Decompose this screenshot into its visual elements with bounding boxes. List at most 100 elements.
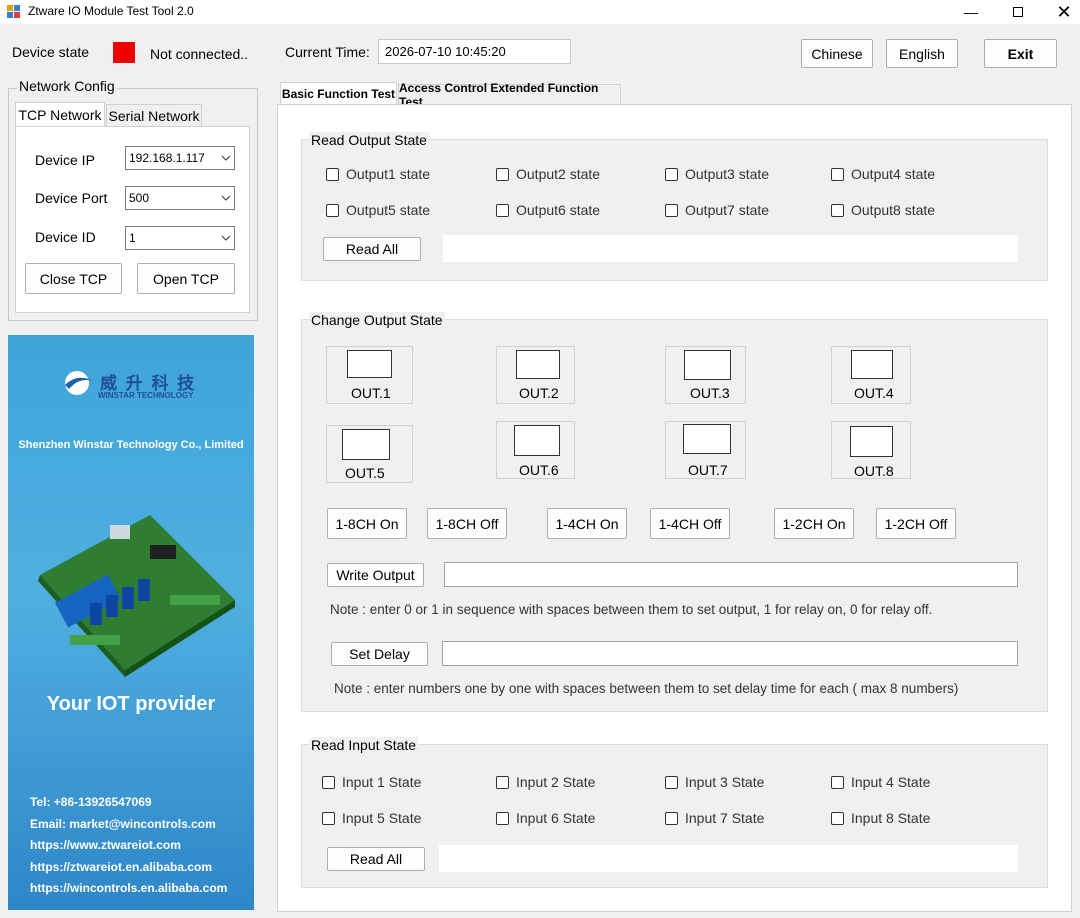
- read-input-title: Read Input State: [309, 737, 419, 753]
- input-checkbox-7[interactable]: Input 7 State: [665, 810, 764, 826]
- device-id-combo[interactable]: 1: [125, 226, 235, 250]
- input-checkbox-3[interactable]: Input 3 State: [665, 774, 764, 790]
- ch-1-4-on-button[interactable]: 1-4CH On: [547, 508, 627, 539]
- app-icon: [7, 5, 20, 18]
- device-port-combo[interactable]: 500: [125, 186, 235, 210]
- checkbox-box[interactable]: [326, 203, 339, 217]
- slogan: Your IOT provider: [46, 693, 216, 715]
- output-checkbox-1[interactable]: Output1 state: [326, 166, 430, 182]
- output-toggle-8[interactable]: OUT.8: [831, 421, 911, 479]
- output-toggle-4[interactable]: OUT.4: [831, 346, 911, 404]
- tab-basic-function-test[interactable]: Basic Function Test: [280, 82, 397, 105]
- close-window-icon[interactable]: ✕: [1041, 0, 1080, 24]
- output-state-box[interactable]: [347, 350, 392, 378]
- minimize-icon[interactable]: —: [948, 0, 994, 24]
- write-output-note: Note : enter 0 or 1 in sequence with spa…: [330, 602, 933, 617]
- output-checkbox-7[interactable]: Output7 state: [665, 202, 769, 218]
- ch-1-2-on-button[interactable]: 1-2CH On: [774, 508, 854, 539]
- output-toggle-5[interactable]: OUT.5: [326, 425, 413, 483]
- chevron-down-icon[interactable]: [218, 147, 234, 169]
- device-id-value: 1: [129, 231, 136, 245]
- input-checkbox-4[interactable]: Input 4 State: [831, 774, 930, 790]
- device-state-indicator: [113, 42, 135, 63]
- current-time-field[interactable]: 2026-07-10 10:45:20: [378, 39, 571, 64]
- checkbox-label: Input 4 State: [851, 774, 931, 790]
- set-delay-button[interactable]: Set Delay: [331, 642, 428, 666]
- output-toggle-3[interactable]: OUT.3: [665, 346, 746, 404]
- output-checkbox-2[interactable]: Output2 state: [496, 166, 600, 182]
- checkbox-box[interactable]: [665, 811, 678, 825]
- open-tcp-button[interactable]: Open TCP: [137, 263, 235, 294]
- output-state-box[interactable]: [342, 429, 390, 460]
- checkbox-label: Output3 state: [685, 166, 770, 182]
- set-delay-note: Note : enter numbers one by one with spa…: [334, 681, 959, 696]
- output-toggle-label: OUT.2: [519, 385, 559, 401]
- tab-tcp-network[interactable]: TCP Network: [15, 102, 105, 127]
- input-checkbox-8[interactable]: Input 8 State: [831, 810, 930, 826]
- checkbox-box[interactable]: [831, 203, 844, 217]
- checkbox-label: Input 6 State: [516, 810, 596, 826]
- output-state-box[interactable]: [516, 350, 560, 379]
- output-checkbox-6[interactable]: Output6 state: [496, 202, 600, 218]
- input-checkbox-5[interactable]: Input 5 State: [322, 810, 421, 826]
- tab-access-control-extended[interactable]: Access Control Extended Function Test: [398, 81, 621, 109]
- write-output-input[interactable]: [444, 562, 1018, 587]
- winstar-logo-icon: [65, 371, 93, 395]
- checkbox-box[interactable]: [496, 203, 509, 217]
- output-checkbox-3[interactable]: Output3 state: [665, 166, 769, 182]
- checkbox-box[interactable]: [496, 775, 509, 789]
- output-toggle-1[interactable]: OUT.1: [326, 346, 413, 404]
- set-delay-input[interactable]: [442, 641, 1018, 666]
- output-state-box[interactable]: [684, 350, 731, 380]
- chevron-down-icon[interactable]: [218, 227, 234, 249]
- checkbox-box[interactable]: [322, 811, 335, 825]
- output-checkbox-4[interactable]: Output4 state: [831, 166, 935, 182]
- checkbox-label: Input 5 State: [342, 810, 422, 826]
- checkbox-box[interactable]: [326, 167, 339, 181]
- english-button[interactable]: English: [886, 39, 958, 68]
- checkbox-box[interactable]: [496, 811, 509, 825]
- write-output-button[interactable]: Write Output: [327, 563, 424, 587]
- read-output-title: Read Output State: [309, 132, 429, 148]
- output-state-box[interactable]: [514, 425, 560, 456]
- checkbox-box[interactable]: [322, 775, 335, 789]
- ch-1-2-off-button[interactable]: 1-2CH Off: [876, 508, 956, 539]
- exit-button[interactable]: Exit: [984, 39, 1057, 68]
- output-state-box[interactable]: [851, 350, 893, 379]
- output-toggle-2[interactable]: OUT.2: [496, 346, 575, 404]
- checkbox-box[interactable]: [831, 811, 844, 825]
- input-checkbox-6[interactable]: Input 6 State: [496, 810, 595, 826]
- device-ip-combo[interactable]: 192.168.1.117: [125, 146, 235, 170]
- output-toggle-6[interactable]: OUT.6: [496, 421, 575, 479]
- output-checkbox-8[interactable]: Output8 state: [831, 202, 935, 218]
- ch-1-4-off-button[interactable]: 1-4CH Off: [650, 508, 730, 539]
- checkbox-box[interactable]: [831, 775, 844, 789]
- ch-1-8-off-button[interactable]: 1-8CH Off: [427, 508, 507, 539]
- current-time-label: Current Time:: [285, 44, 370, 60]
- checkbox-box[interactable]: [496, 167, 509, 181]
- checkbox-box[interactable]: [665, 203, 678, 217]
- read-output-result[interactable]: [443, 235, 1018, 262]
- checkbox-box[interactable]: [665, 167, 678, 181]
- input-checkbox-1[interactable]: Input 1 State: [322, 774, 421, 790]
- input-checkbox-2[interactable]: Input 2 State: [496, 774, 595, 790]
- device-ip-value: 192.168.1.117: [129, 151, 205, 165]
- output-checkbox-5[interactable]: Output5 state: [326, 202, 430, 218]
- read-output-all-button[interactable]: Read All: [323, 237, 421, 261]
- checkbox-box[interactable]: [665, 775, 678, 789]
- maximize-icon[interactable]: [995, 0, 1041, 24]
- close-tcp-button[interactable]: Close TCP: [25, 263, 122, 294]
- chevron-down-icon[interactable]: [218, 187, 234, 209]
- checkbox-label: Output7 state: [685, 202, 770, 218]
- output-toggle-7[interactable]: OUT.7: [665, 421, 746, 479]
- contact-tel: Tel: +86-13926547069: [30, 795, 152, 809]
- ch-1-8-on-button[interactable]: 1-8CH On: [327, 508, 407, 539]
- read-input-all-button[interactable]: Read All: [327, 847, 425, 871]
- tab-serial-network[interactable]: Serial Network: [106, 104, 202, 127]
- output-state-box[interactable]: [683, 424, 731, 454]
- checkbox-box[interactable]: [831, 167, 844, 181]
- read-input-result[interactable]: [439, 845, 1018, 872]
- chinese-button[interactable]: Chinese: [801, 39, 873, 68]
- output-state-box[interactable]: [850, 426, 893, 457]
- device-id-label: Device ID: [35, 229, 96, 245]
